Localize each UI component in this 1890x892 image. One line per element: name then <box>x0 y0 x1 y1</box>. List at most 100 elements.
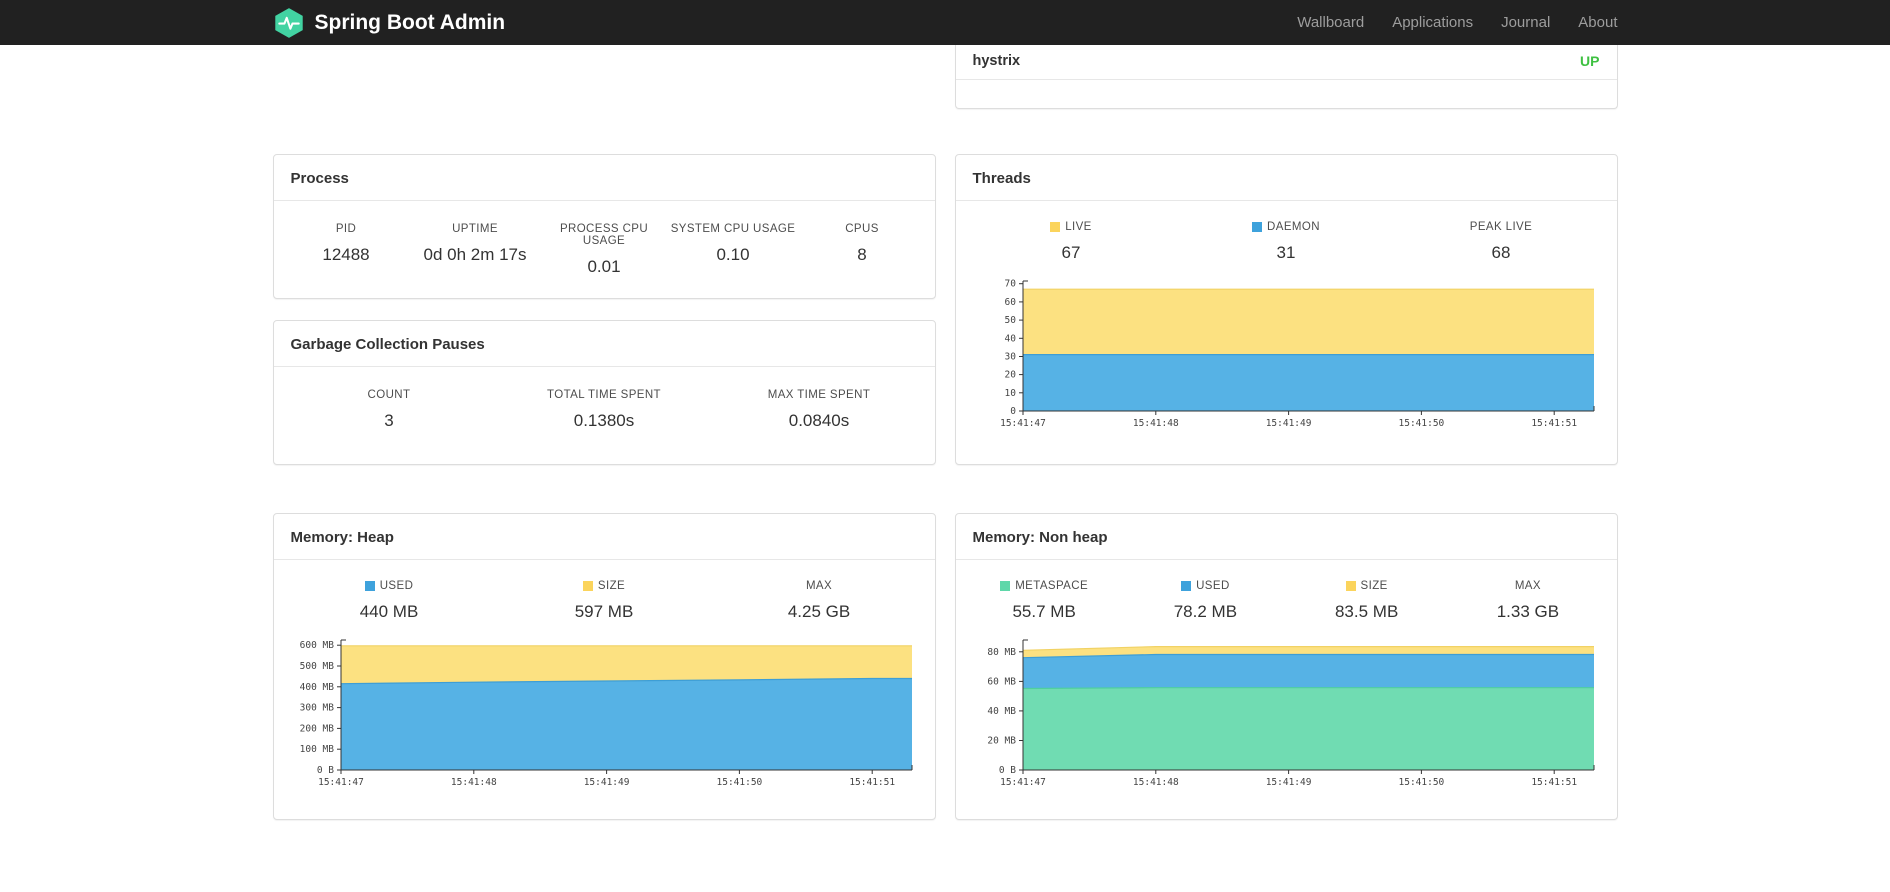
heap-panel: Memory: Heap USED 440 MB SIZE 597 MB MAX 4.25… <box>272 513 936 820</box>
legend-value: 440 MB <box>359 602 419 621</box>
svg-text:15:41:47: 15:41:47 <box>1000 777 1046 788</box>
svg-text:0 B: 0 B <box>316 765 333 776</box>
svg-text:15:41:50: 15:41:50 <box>1398 418 1444 429</box>
legend-live: LIVE 67 <box>964 221 1179 263</box>
spring-boot-admin-logo-icon <box>273 7 305 39</box>
svg-text:40 MB: 40 MB <box>987 706 1016 717</box>
svg-text:15:41:47: 15:41:47 <box>1000 418 1046 429</box>
legend-used: USED 440 MB <box>282 580 497 622</box>
stat-value: 8 <box>857 245 867 264</box>
dashboard: hystrix UP Process PID 12488 UPTIME 0d 0h 2… <box>272 45 1618 820</box>
stat-label: MAX TIME SPENT <box>767 389 871 401</box>
svg-text:15:41:51: 15:41:51 <box>1531 418 1577 429</box>
legend-value: 31 <box>1276 243 1296 262</box>
stat-value: 0d 0h 2m 17s <box>423 245 527 264</box>
threads-legend: LIVE 67 DAEMON 31 PEAK LIVE 68 <box>956 201 1617 263</box>
legend-max: MAX 4.25 GB <box>712 580 927 622</box>
nonheap-panel: Memory: Non heap METASPACE 55.7 MB USED 78.… <box>954 513 1618 820</box>
stat-cpus: CPUS 8 <box>798 223 927 277</box>
stat-value: 3 <box>384 411 394 430</box>
svg-text:15:41:47: 15:41:47 <box>318 777 364 788</box>
svg-text:0 B: 0 B <box>998 765 1015 776</box>
svg-text:300 MB: 300 MB <box>299 703 334 714</box>
svg-text:15:41:49: 15:41:49 <box>583 777 629 788</box>
legend-peak-live: PEAK LIVE 68 <box>1394 221 1609 263</box>
nav-journal[interactable]: Journal <box>1487 14 1564 31</box>
legend-label: USED <box>1125 580 1286 592</box>
svg-text:50: 50 <box>1004 315 1016 326</box>
stat-label: UPTIME <box>452 223 498 235</box>
svg-text:15:41:51: 15:41:51 <box>1531 777 1577 788</box>
legend-value: 68 <box>1491 243 1511 262</box>
application-status-panel: hystrix UP <box>954 45 1618 109</box>
legend-swatch-icon <box>1345 581 1356 591</box>
legend-swatch-icon <box>1050 222 1061 232</box>
svg-text:30: 30 <box>1004 352 1016 363</box>
nonheap-area-chart: 0 B 20 MB 40 MB 60 MB 80 MB 15:41:47 15:41:48 1… <box>987 639 1594 788</box>
heap-panel-title: Memory: Heap <box>273 514 935 560</box>
svg-text:15:41:49: 15:41:49 <box>1265 777 1311 788</box>
svg-text:15:41:49: 15:41:49 <box>1265 418 1311 429</box>
legend-value: 1.33 GB <box>1496 602 1560 621</box>
svg-text:60: 60 <box>1004 297 1016 308</box>
svg-text:600 MB: 600 MB <box>299 640 334 651</box>
svg-text:15:41:50: 15:41:50 <box>716 777 762 788</box>
legend-label: LIVE <box>964 221 1179 233</box>
legend-size: SIZE 83.5 MB <box>1286 580 1447 622</box>
stat-pid: PID 12488 <box>282 223 411 277</box>
application-row-hystrix[interactable]: hystrix UP <box>955 45 1617 80</box>
legend-max: MAX 1.33 GB <box>1447 580 1608 622</box>
application-name: hystrix <box>972 53 1021 69</box>
legend-size: SIZE 597 MB <box>497 580 712 622</box>
threads-chart: 0 10 20 30 40 50 60 70 15:41:47 15:41:48 15:41:49 1… <box>956 263 1617 438</box>
nav-wallboard[interactable]: Wallboard <box>1283 14 1378 31</box>
svg-text:20 MB: 20 MB <box>987 736 1016 747</box>
legend-label: SIZE <box>497 580 712 592</box>
gc-panel-title: Garbage Collection Pauses <box>273 321 935 367</box>
legend-metaspace: METASPACE 55.7 MB <box>964 580 1125 622</box>
legend-label: MAX <box>1514 580 1541 592</box>
stat-value: 0.1380s <box>573 411 635 430</box>
stat-label: PID <box>335 223 357 235</box>
stat-label: TOTAL TIME SPENT <box>547 389 661 401</box>
nav-about[interactable]: About <box>1564 14 1617 31</box>
stat-value: 12488 <box>322 245 370 264</box>
nav-applications[interactable]: Applications <box>1378 14 1487 31</box>
stat-label: PROCESS CPU USAGE <box>559 223 649 247</box>
main-nav: Wallboard Applications Journal About <box>1283 14 1617 31</box>
gc-panel: Garbage Collection Pauses COUNT 3 TOTAL TI… <box>272 320 936 465</box>
stat-label: SYSTEM CPU USAGE <box>670 223 796 235</box>
svg-text:0: 0 <box>1010 406 1016 417</box>
stat-count: COUNT 3 <box>282 389 497 431</box>
svg-text:15:41:48: 15:41:48 <box>1132 418 1178 429</box>
legend-daemon: DAEMON 31 <box>1179 221 1394 263</box>
svg-text:15:41:48: 15:41:48 <box>450 777 496 788</box>
nonheap-chart: 0 B 20 MB 40 MB 60 MB 80 MB 15:41:47 15:41:48 1… <box>956 622 1617 797</box>
nonheap-legend: METASPACE 55.7 MB USED 78.2 MB SIZE 83.5 MB MA… <box>956 560 1617 622</box>
heap-area-chart: 0 B 100 MB 200 MB 300 MB 400 MB 500 MB 600 MB 1… <box>299 639 912 788</box>
svg-text:10: 10 <box>1004 388 1016 399</box>
stat-system-cpu-usage: SYSTEM CPU USAGE 0.10 <box>669 223 798 277</box>
stat-value: 0.10 <box>716 245 750 264</box>
stat-uptime: UPTIME 0d 0h 2m 17s <box>411 223 540 277</box>
svg-text:70: 70 <box>1004 279 1016 290</box>
top-navbar: Spring Boot Admin Wallboard Applications… <box>0 0 1890 45</box>
legend-value: 4.25 GB <box>787 602 851 621</box>
svg-text:15:41:48: 15:41:48 <box>1132 777 1178 788</box>
svg-text:15:41:50: 15:41:50 <box>1398 777 1444 788</box>
legend-label: DAEMON <box>1179 221 1394 233</box>
svg-text:400 MB: 400 MB <box>299 682 334 693</box>
stat-total-time-spent: TOTAL TIME SPENT 0.1380s <box>497 389 712 431</box>
legend-value: 67 <box>1061 243 1081 262</box>
stat-value: 0.0840s <box>788 411 850 430</box>
process-stats: PID 12488 UPTIME 0d 0h 2m 17s PROCESS CPU US… <box>274 201 935 277</box>
legend-swatch-icon <box>1000 581 1011 591</box>
svg-text:40: 40 <box>1004 333 1016 344</box>
brand[interactable]: Spring Boot Admin <box>273 7 505 39</box>
svg-text:15:41:51: 15:41:51 <box>849 777 895 788</box>
svg-text:20: 20 <box>1004 370 1016 381</box>
process-panel-title: Process <box>273 155 935 201</box>
svg-text:100 MB: 100 MB <box>299 744 334 755</box>
legend-label: SIZE <box>1286 580 1447 592</box>
threads-panel-title: Threads <box>955 155 1617 201</box>
